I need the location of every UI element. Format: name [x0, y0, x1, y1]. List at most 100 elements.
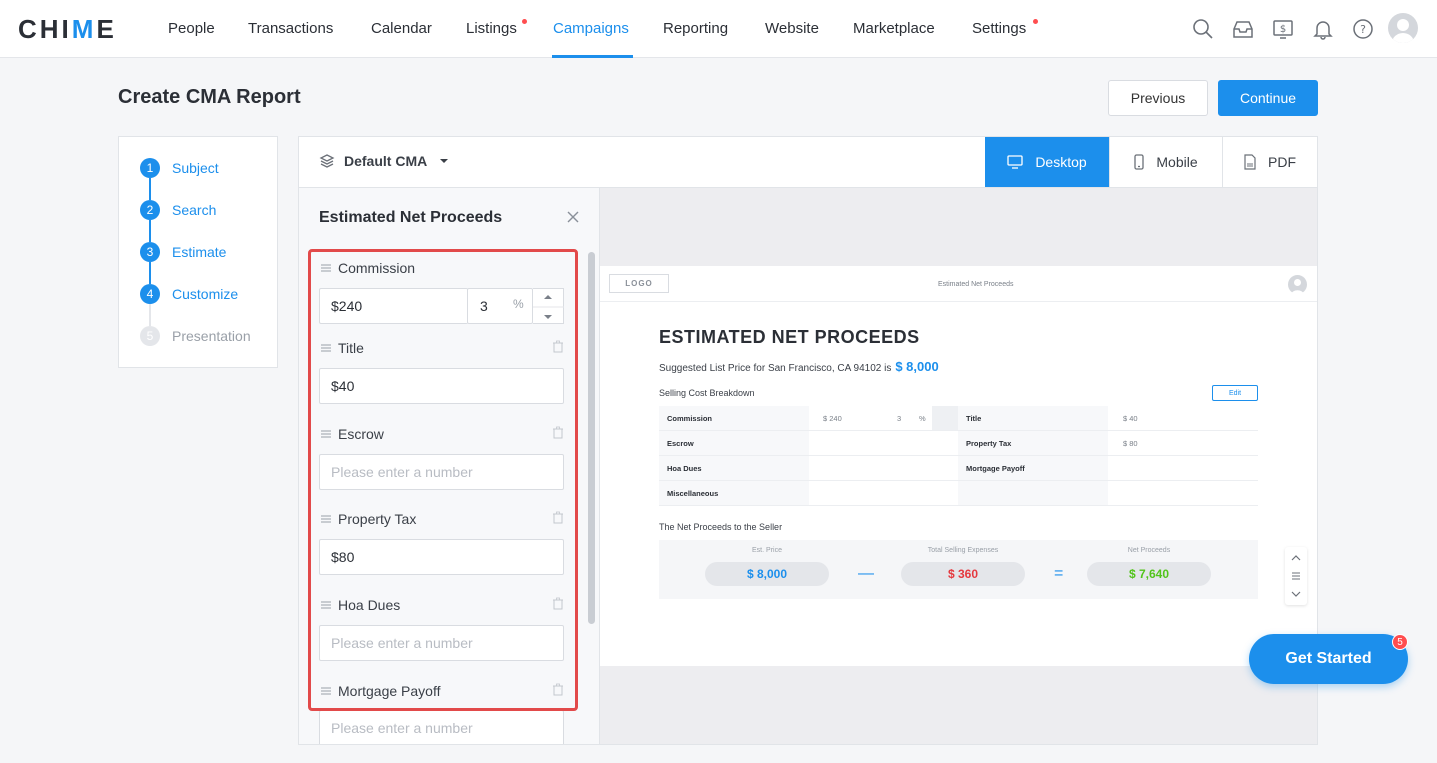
preview-avatar — [1288, 275, 1307, 294]
wizard-stepper: 1 Subject 2 Search 3 Estimate 4 Customize 5P… — [118, 136, 278, 368]
mobile-icon — [1134, 154, 1145, 170]
tab-label: PDF — [1268, 154, 1296, 170]
table-cell: $ 40 — [1123, 413, 1138, 423]
table-row: Escrow Property Tax $ 80 — [659, 431, 1258, 456]
layers-icon — [319, 154, 335, 168]
table-cell: Mortgage Payoff — [958, 456, 1108, 480]
tab-label: Mobile — [1156, 154, 1198, 170]
step-connector — [149, 262, 151, 284]
table-cell: $ 240 — [823, 413, 842, 423]
preview-stepper — [932, 406, 958, 430]
caret-down-icon — [440, 159, 449, 163]
get-started-button[interactable]: Get Started — [1249, 634, 1408, 684]
table-row: Hoa Dues Mortgage Payoff — [659, 456, 1258, 481]
step-label: Estimate — [172, 244, 227, 260]
editor-title: Estimated Net Proceeds — [319, 209, 503, 226]
net-proceeds-editor: Estimated Net Proceeds Commission $240 3… — [299, 188, 600, 744]
cma-editor-card: Default CMA Desktop Mobile PDF Estimated… — [298, 136, 1318, 745]
table-cell: Escrow — [659, 431, 809, 455]
settings-notification-dot — [1033, 19, 1038, 24]
continue-button[interactable]: Continue — [1218, 80, 1318, 116]
dollar-icon[interactable]: $ — [1272, 18, 1294, 40]
previous-button[interactable]: Previous — [1108, 80, 1208, 116]
step-subject[interactable]: 1 Subject — [140, 158, 219, 178]
nav-listings[interactable]: Listings — [466, 20, 517, 37]
get-started-badge: 5 — [1392, 634, 1408, 650]
nav-marketplace[interactable]: Marketplace — [853, 20, 935, 37]
subtitle-text: Suggested List Price for San Francisco, … — [659, 363, 892, 374]
search-icon[interactable] — [1192, 18, 1214, 40]
nav-transactions[interactable]: Transactions — [248, 20, 333, 37]
step-label: Customize — [172, 286, 239, 302]
list-price: $ 8,000 — [895, 359, 939, 374]
expenses-caption: Total Selling Expenses — [927, 547, 999, 554]
tab-mobile[interactable]: Mobile — [1109, 137, 1222, 187]
step-estimate[interactable]: 3 Estimate — [140, 242, 226, 262]
table-cell: Miscellaneous — [659, 481, 809, 505]
svg-text:$: $ — [1280, 24, 1286, 35]
net-caption: Net Proceeds — [1127, 547, 1171, 554]
editor-scrollbar[interactable] — [588, 252, 595, 624]
net-proceeds-summary: Est. Price $ 8,000 — Total Selling Expen… — [659, 540, 1258, 599]
table-cell: % — [919, 413, 926, 423]
chime-logo[interactable]: CHIME — [18, 14, 117, 45]
top-nav: CHIME People Transactions Calendar Listi… — [0, 0, 1437, 58]
net-proceeds-label: The Net Proceeds to the Seller — [659, 522, 783, 532]
cma-template-select[interactable]: Default CMA — [319, 153, 449, 169]
tab-pdf[interactable]: PDF — [1222, 137, 1317, 187]
table-row: Miscellaneous — [659, 481, 1258, 506]
preview-header-title: Estimated Net Proceeds — [938, 281, 1014, 288]
close-icon[interactable] — [566, 210, 580, 224]
user-avatar[interactable] — [1388, 13, 1418, 43]
cma-template-label: Default CMA — [344, 153, 428, 169]
bell-icon[interactable] — [1312, 18, 1334, 40]
est-price-caption: Est. Price — [752, 547, 782, 554]
listings-notification-dot — [522, 19, 527, 24]
step-number: 3 — [140, 242, 160, 262]
preview-edit-button[interactable]: Edit — [1212, 385, 1258, 401]
highlight-box — [308, 249, 578, 711]
nav-reporting[interactable]: Reporting — [663, 20, 728, 37]
page-title: Create CMA Report — [118, 86, 301, 108]
side-tools-icons[interactable] — [1285, 547, 1307, 605]
step-number: 1 — [140, 158, 160, 178]
svg-text:?: ? — [1360, 23, 1366, 36]
equals-sign: = — [1054, 565, 1064, 582]
preview-logo: LOGO — [609, 274, 669, 293]
step-label: Subject — [172, 160, 219, 176]
nav-campaigns[interactable]: Campaigns — [553, 20, 629, 37]
pdf-file-icon — [1244, 154, 1256, 170]
help-icon[interactable]: ? — [1352, 18, 1374, 40]
step-number: 5 — [140, 326, 160, 346]
tab-desktop[interactable]: Desktop — [985, 137, 1109, 187]
preview-header-divider — [600, 301, 1317, 302]
table-cell: Property Tax — [958, 431, 1108, 455]
step-label: Search — [172, 202, 217, 218]
inbox-icon[interactable] — [1232, 18, 1254, 40]
minus-sign: — — [858, 565, 874, 582]
nav-settings[interactable]: Settings — [972, 20, 1026, 37]
step-connector — [149, 304, 151, 326]
step-connector — [149, 220, 151, 242]
step-presentation[interactable]: 5 Presentation — [140, 326, 251, 346]
table-row: Commission $ 240 3 % Title $ 40 — [659, 406, 1258, 431]
user-avatar-icon — [1392, 19, 1414, 43]
nav-calendar[interactable]: Calendar — [371, 20, 432, 37]
report-preview: LOGO Estimated Net Proceeds ESTIMATED NE… — [600, 188, 1317, 744]
step-label: Presentation — [172, 328, 251, 344]
step-number: 4 — [140, 284, 160, 304]
step-search[interactable]: 2 Search — [140, 200, 216, 220]
tab-label: Desktop — [1035, 154, 1087, 170]
table-cell: 3 — [897, 413, 902, 423]
step-customize[interactable]: 4 Customize — [140, 284, 238, 304]
table-cell: $ 80 — [1123, 438, 1138, 448]
preview-heading: ESTIMATED NET PROCEEDS — [659, 327, 920, 347]
preview-subtitle: Suggested List Price for San Francisco, … — [659, 359, 939, 374]
table-cell: Commission — [659, 406, 809, 430]
nav-people[interactable]: People — [168, 20, 215, 37]
expenses-pill: $ 360 — [901, 562, 1025, 586]
nav-website[interactable]: Website — [765, 20, 819, 37]
preview-avatar-icon — [1291, 279, 1304, 294]
mortgage-payoff-input[interactable]: Please enter a number — [319, 710, 564, 744]
net-pill: $ 7,640 — [1087, 562, 1211, 586]
